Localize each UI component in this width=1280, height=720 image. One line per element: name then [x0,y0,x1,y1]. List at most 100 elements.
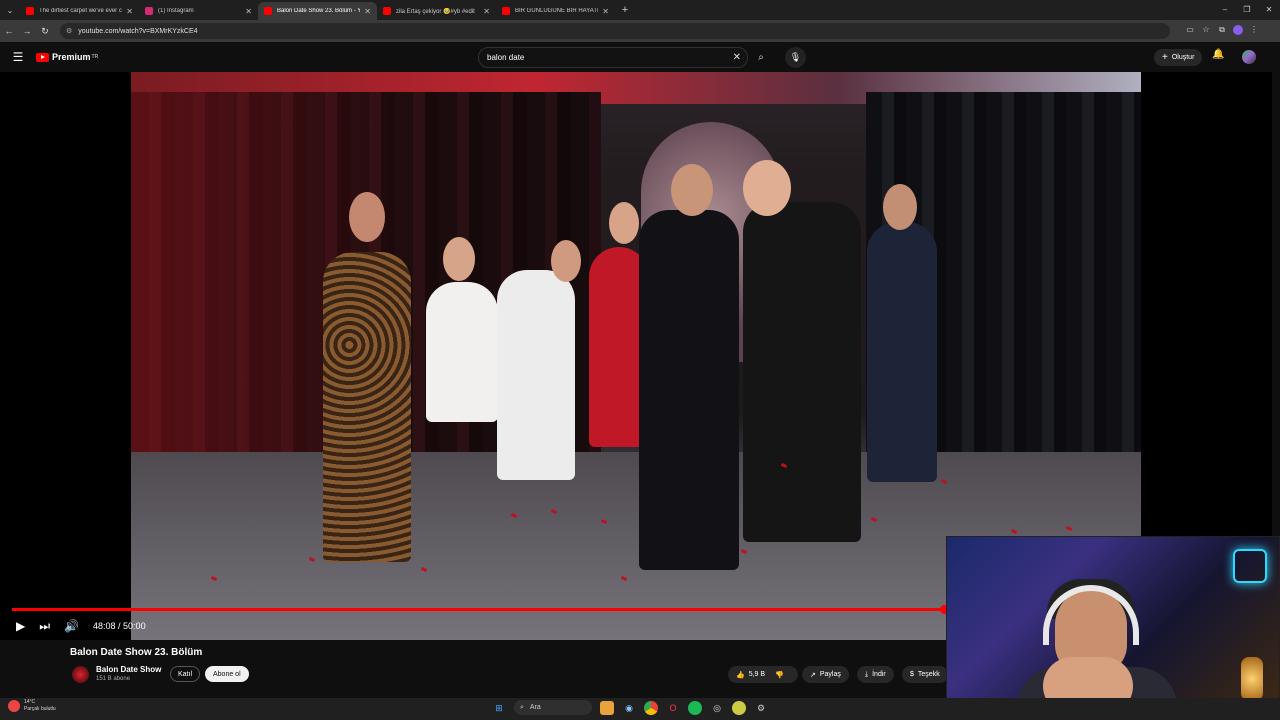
windows-start-icon[interactable]: ⊞ [492,701,506,715]
duration: 50:00 [123,621,146,631]
next-video-icon[interactable]: ⏭ [39,619,50,634]
profile-avatar[interactable] [1230,25,1246,37]
join-button[interactable]: Katıl [170,666,201,682]
play-icon[interactable]: ▶ [16,619,25,633]
browser-tab[interactable]: BİR GÜNLÜĞÜNE BİR HAYATI D ✕ [496,2,615,20]
taskbar-search[interactable]: ⌕ Ara [514,700,592,715]
file-explorer-icon[interactable] [600,700,614,715]
logo-country-code: TR [91,54,99,60]
subscribe-button[interactable]: Abone ol [205,666,249,682]
back-icon[interactable]: ← [0,26,18,36]
browser-tab-strip: ⌄ The dirtiest carpet we've ever c ✕ (1)… [0,0,1280,20]
tab-search-icon[interactable]: ⌄ [0,0,20,20]
bookmark-star-icon[interactable]: ☆ [1198,25,1214,37]
webcam-overlay [946,536,1280,720]
youtube-favicon-icon [26,7,34,15]
spotify-icon[interactable] [688,700,702,715]
guest-figure [743,202,861,542]
opera-icon[interactable]: O [666,701,680,715]
extensions-icon[interactable]: ⧉ [1214,25,1230,37]
thumbs-up-icon[interactable]: 👍 [736,671,745,679]
tab-title: zila Ertaş çekiyor 🥹#yb #edit [396,8,475,15]
close-tab-icon[interactable]: ✕ [602,7,609,16]
thanks-label: Teşekk [917,671,940,678]
tab-title: (1) Instagram [158,8,194,14]
close-tab-icon[interactable]: ✕ [245,7,252,16]
contestant-figure [323,252,411,562]
host-head [671,164,713,216]
weather-desc: Parçalı bulutlu [24,706,56,712]
youtube-header: ☰ Premium TR balon date ✕ ⌕ 🎙 + Oluştur … [0,42,1280,72]
share-button[interactable]: ↗ Paylaş [802,666,849,683]
site-info-icon[interactable]: ⚙ [66,27,72,35]
youtube-play-logo-icon [36,52,49,62]
thumbs-down-icon[interactable]: 👎 [775,671,784,679]
plus-icon: + [1162,52,1168,63]
browser-tab[interactable]: zila Ertaş çekiyor 🥹#yb #edit ✕ [377,2,496,20]
thanks-button[interactable]: $ Teşekk [902,666,948,683]
channel-name[interactable]: Balon Date Show [96,665,161,674]
create-label: Oluştur [1171,54,1195,61]
logo-text: Premium [52,52,91,62]
share-icon: ↗ [810,671,816,679]
lamp [1241,657,1263,701]
browser-tab[interactable]: The dirtiest carpet we've ever c ✕ [20,2,139,20]
menu-icon[interactable]: ☰ [0,50,36,64]
search-icon[interactable]: ⌕ [750,47,772,68]
neon-sign [1233,549,1267,583]
volume-icon[interactable]: 🔊 [64,619,79,633]
browser-menu-icon[interactable]: ⋮ [1246,25,1262,37]
contestant-figure [426,282,498,422]
maximize-icon[interactable]: ❐ [1236,0,1258,20]
steam-icon[interactable]: ◉ [622,701,636,715]
contestant-head [443,237,475,281]
url-text: youtube.com/watch?v=BXMrKYzkCE4 [78,27,198,35]
contestant-head [349,192,385,242]
tab-title: BİR GÜNLÜĞÜNE BİR HAYATI D [515,8,599,14]
current-time: 48:08 [93,621,116,631]
video-progress-bar[interactable] [12,608,945,611]
microphone-icon[interactable]: 🎙 [785,47,806,68]
youtube-premium-logo[interactable]: Premium TR [36,52,98,62]
chrome-canary-icon[interactable] [732,700,746,715]
tab-title: Balon Date Show 23. Bölüm - Yo [277,8,361,14]
channel-avatar[interactable] [72,666,89,683]
taskbar-apps: ⊞ ⌕ Ara ◉ O ◎ ⚙ [488,700,772,715]
download-label: İndir [872,671,886,678]
settings-gear-icon[interactable]: ⚙ [754,701,768,715]
browser-tab-active[interactable]: Balon Date Show 23. Bölüm - Yo ✕ [258,2,377,20]
weather-temp: 14°C [24,699,36,705]
video-title: Balon Date Show 23. Bölüm [70,647,203,658]
obs-icon[interactable]: ◎ [710,701,724,715]
close-tab-icon[interactable]: ✕ [483,7,490,16]
minimize-icon[interactable]: – [1214,0,1236,20]
search-icon: ⌕ [520,703,524,711]
address-bar[interactable]: ⚙ youtube.com/watch?v=BXMrKYzkCE4 [60,23,1170,39]
window-controls: – ❐ ✕ [1214,0,1280,20]
reload-icon[interactable]: ↻ [36,26,54,37]
browser-tab[interactable]: (1) Instagram ✕ [139,2,258,20]
weather-icon [8,700,20,712]
close-tab-icon[interactable]: ✕ [126,7,133,16]
time-separator: / [115,621,124,631]
account-avatar[interactable] [1242,50,1256,64]
search-input[interactable]: balon date ✕ [478,47,748,68]
notifications-bell-icon[interactable]: 🔔 [1212,49,1224,60]
like-dislike-button[interactable]: 👍 5,9 B 👎 [728,666,798,683]
create-button[interactable]: + Oluştur [1154,49,1203,66]
new-tab-icon[interactable]: + [615,4,635,16]
forward-icon[interactable]: → [18,26,36,36]
close-tab-icon[interactable]: ✕ [364,7,371,16]
cast-icon[interactable]: ▭ [1182,25,1198,37]
weather-widget[interactable]: 14°C Parçalı bulutlu [8,699,56,713]
chrome-icon[interactable] [644,700,658,715]
download-button[interactable]: ⤓ İndir [857,666,894,683]
contestant-head [551,240,581,282]
presenter-head [883,184,917,230]
clear-search-icon[interactable]: ✕ [733,52,741,63]
subscriber-count: 151 B abone [96,676,131,682]
download-icon: ⤓ [865,670,869,678]
host-figure [639,210,739,570]
search-query: balon date [487,53,525,62]
close-window-icon[interactable]: ✕ [1258,0,1280,20]
